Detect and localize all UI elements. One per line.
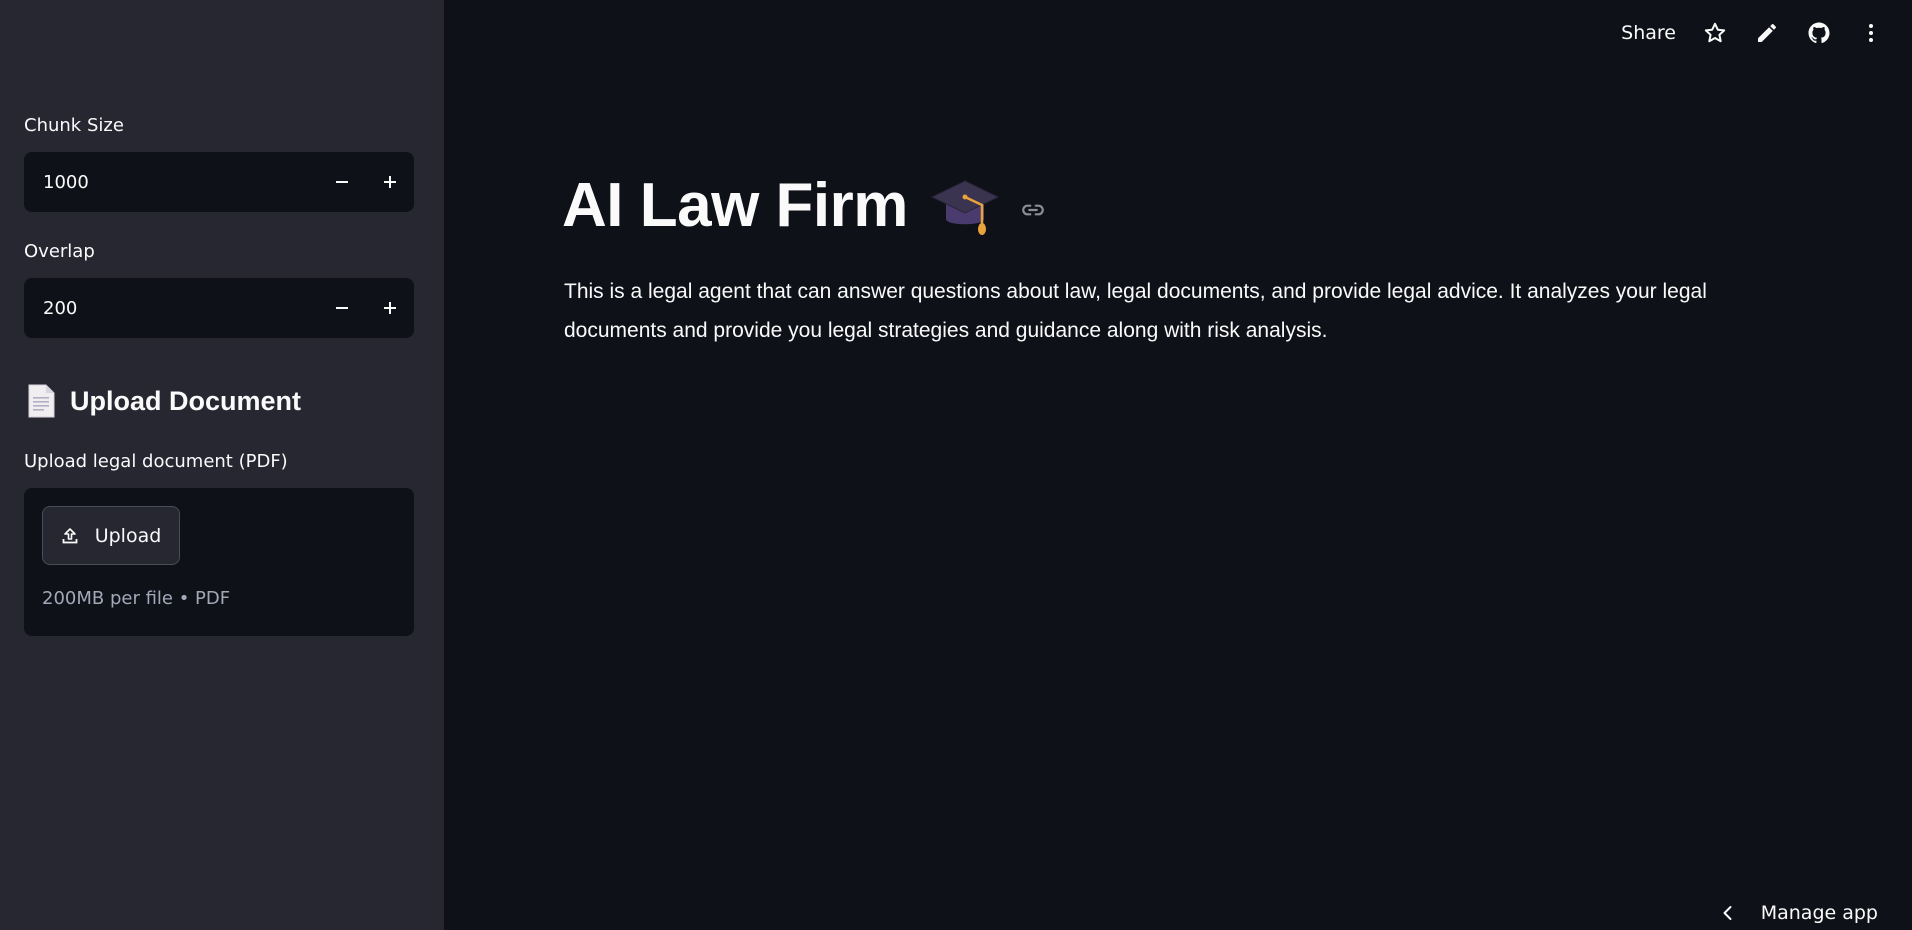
upload-section-title: Upload Document bbox=[70, 385, 302, 416]
page-title: AI Law Firm bbox=[562, 171, 908, 240]
more-vert-icon[interactable] bbox=[1858, 20, 1884, 46]
graduation-cap-icon bbox=[930, 173, 1000, 239]
upload-icon bbox=[62, 527, 78, 543]
overlap-increment-button[interactable] bbox=[366, 278, 414, 338]
app-root: Chunk Size Overlap bbox=[0, 0, 1912, 930]
overlap-input[interactable] bbox=[24, 297, 318, 319]
chunk-size-label: Chunk Size bbox=[24, 115, 124, 136]
plus-icon bbox=[384, 302, 396, 314]
sidebar: Chunk Size Overlap bbox=[0, 0, 444, 930]
overlap-input-group bbox=[24, 278, 414, 338]
minus-icon bbox=[336, 181, 348, 183]
page-title-row: AI Law Firm bbox=[562, 170, 1046, 241]
manage-app-label: Manage app bbox=[1760, 902, 1878, 924]
manage-app-button[interactable]: Manage app bbox=[1719, 902, 1878, 924]
github-icon[interactable] bbox=[1806, 20, 1832, 46]
upload-field-label: Upload legal document (PDF) bbox=[24, 451, 288, 472]
chunk-size-decrement-button[interactable] bbox=[318, 152, 366, 212]
upload-button-label: Upload bbox=[94, 524, 162, 547]
chunk-size-input[interactable] bbox=[24, 171, 318, 193]
upload-hint: 200MB per file • PDF bbox=[42, 588, 231, 609]
minus-icon bbox=[336, 307, 348, 309]
share-button[interactable]: Share bbox=[1621, 22, 1676, 44]
star-icon[interactable] bbox=[1702, 20, 1728, 46]
chunk-size-increment-button[interactable] bbox=[366, 152, 414, 212]
page-facing-up-icon bbox=[26, 384, 56, 418]
upload-section-heading: Upload Document bbox=[26, 384, 301, 418]
overlap-decrement-button[interactable] bbox=[318, 278, 366, 338]
chevron-left-icon bbox=[1723, 906, 1732, 920]
file-dropzone[interactable]: Upload 200MB per file • PDF bbox=[24, 488, 414, 636]
header-toolbar: Share bbox=[1621, 20, 1884, 46]
page-description: This is a legal agent that can answer qu… bbox=[564, 280, 1707, 342]
link-icon[interactable] bbox=[1020, 197, 1046, 223]
pencil-icon[interactable] bbox=[1754, 20, 1780, 46]
upload-button[interactable]: Upload bbox=[42, 506, 180, 565]
overlap-label: Overlap bbox=[24, 241, 95, 262]
plus-icon bbox=[384, 176, 396, 188]
chunk-size-input-group bbox=[24, 152, 414, 212]
